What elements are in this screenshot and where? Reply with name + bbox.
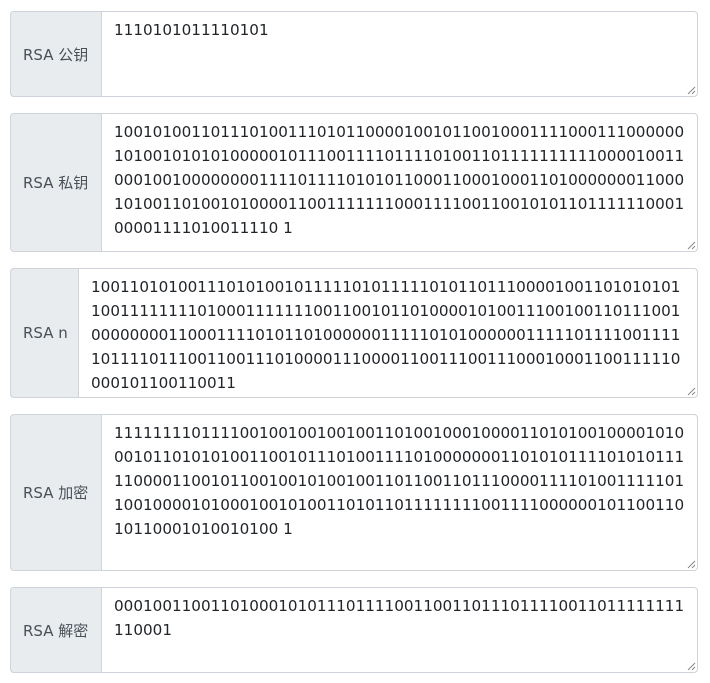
rsa-decrypt-group: RSA 解密 000100110011010001010111011110011… bbox=[10, 587, 698, 673]
rsa-n-group: RSA n 1001101010011101010010111110101111… bbox=[10, 268, 698, 398]
rsa-public-key-group: RSA 公钥 1110101011110101 bbox=[10, 11, 698, 97]
rsa-decrypt-label: RSA 解密 bbox=[10, 587, 101, 673]
rsa-private-key-field[interactable]: 1001010011011101001110101100001001011001… bbox=[101, 113, 698, 252]
rsa-encrypt-field[interactable]: 1111111101111001001001001001101001000100… bbox=[101, 414, 698, 571]
resize-handle-icon[interactable] bbox=[686, 85, 696, 95]
resize-handle-icon[interactable] bbox=[686, 559, 696, 569]
rsa-private-key-label: RSA 私钥 bbox=[10, 113, 101, 252]
rsa-encrypt-label: RSA 加密 bbox=[10, 414, 101, 571]
rsa-encrypt-group: RSA 加密 111111110111100100100100100110100… bbox=[10, 414, 698, 571]
resize-handle-icon[interactable] bbox=[686, 661, 696, 671]
rsa-n-label: RSA n bbox=[10, 268, 78, 398]
rsa-n-field[interactable]: 1001101010011101010010111110101111101011… bbox=[78, 268, 698, 398]
resize-handle-icon[interactable] bbox=[686, 386, 696, 396]
rsa-private-key-group: RSA 私钥 100101001101110100111010110000100… bbox=[10, 113, 698, 252]
resize-handle-icon[interactable] bbox=[686, 240, 696, 250]
rsa-public-key-label: RSA 公钥 bbox=[10, 11, 101, 97]
rsa-public-key-field[interactable]: 1110101011110101 bbox=[101, 11, 698, 97]
rsa-decrypt-field[interactable]: 0001001100110100010101110111100110011011… bbox=[101, 587, 698, 673]
